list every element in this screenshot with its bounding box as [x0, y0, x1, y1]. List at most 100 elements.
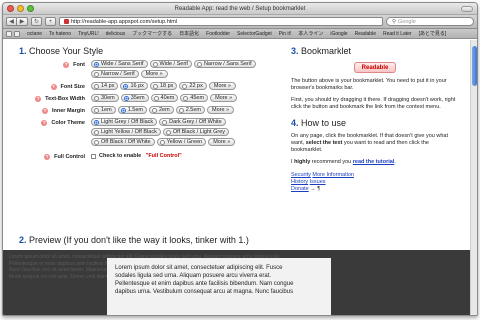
- bookmark-item[interactable]: delicious: [106, 31, 125, 37]
- bookmark-item[interactable]: Pin it!: [279, 31, 292, 37]
- style-option-radio[interactable]: Off Black / Off White: [91, 138, 155, 146]
- radio-icon[interactable]: [94, 95, 99, 101]
- close-window-button[interactable]: [7, 5, 14, 12]
- style-option-radio[interactable]: Light Yellow / Off Black: [91, 128, 161, 136]
- help-icon[interactable]: ?: [41, 108, 48, 114]
- option-label: Font: [73, 62, 85, 68]
- forward-button[interactable]: ▶: [17, 17, 28, 26]
- radio-icon[interactable]: [94, 61, 99, 67]
- radio-icon[interactable]: [94, 129, 99, 135]
- style-option-radio[interactable]: 35em: [120, 94, 149, 102]
- add-bookmark-button[interactable]: +: [45, 17, 56, 26]
- style-option-radio[interactable]: 14 px: [91, 82, 119, 90]
- tutorial-link[interactable]: read the tutorial: [353, 159, 395, 165]
- radio-icon[interactable]: [123, 95, 129, 101]
- checkbox-box[interactable]: [91, 153, 96, 159]
- vertical-scrollbar[interactable]: [470, 40, 477, 315]
- more-options-button[interactable]: More »: [140, 70, 168, 78]
- bookmark-item[interactable]: iGoogle: [330, 31, 347, 37]
- radio-icon[interactable]: [94, 107, 99, 113]
- reload-icon: ↻: [33, 19, 40, 25]
- bookmark-item[interactable]: Read it Later: [383, 31, 412, 37]
- bookmark-item[interactable]: ブックマークする: [132, 30, 172, 37]
- style-option-radio[interactable]: Off Black / Light Grey: [162, 128, 230, 136]
- bookmark-item[interactable]: octane: [27, 31, 42, 37]
- toolbar-toggle-button[interactable]: [461, 6, 473, 12]
- radio-icon[interactable]: [153, 95, 159, 101]
- radio-icon[interactable]: [152, 61, 158, 67]
- bookmark-item[interactable]: SelectorGadget: [237, 31, 272, 37]
- more-options-button[interactable]: More »: [210, 94, 238, 102]
- radio-icon[interactable]: [120, 107, 126, 113]
- style-option-radio[interactable]: 2.5em: [175, 106, 205, 114]
- style-option-radio[interactable]: Wide / Sans Serif: [91, 60, 148, 68]
- style-option-radio[interactable]: Light Grey / Off Black: [91, 118, 158, 126]
- radio-icon[interactable]: [182, 83, 188, 89]
- section-heading: 4. How to use: [291, 118, 347, 128]
- radio-icon[interactable]: [165, 129, 171, 135]
- more-information-link[interactable]: More Information: [312, 172, 354, 178]
- back-arrow-icon: ◀: [9, 19, 14, 25]
- style-option-radio[interactable]: 2em: [149, 106, 174, 114]
- radio-icon[interactable]: [94, 83, 99, 89]
- address-bar[interactable]: http://readable-app.appspot.com/setup.ht…: [59, 17, 383, 26]
- radio-icon[interactable]: [178, 107, 184, 113]
- radio-icon[interactable]: [94, 139, 99, 145]
- scrollbar-thumb[interactable]: [472, 46, 477, 86]
- more-options-button[interactable]: More »: [208, 82, 236, 90]
- radio-icon[interactable]: [94, 119, 99, 125]
- style-option-radio[interactable]: Wide / Serif: [149, 60, 192, 68]
- style-option-radio[interactable]: 45em: [180, 94, 209, 102]
- style-option-radio[interactable]: 1em: [91, 106, 116, 114]
- style-option-radio[interactable]: 18 px: [149, 82, 178, 90]
- donate-link[interactable]: Donate: [291, 186, 309, 192]
- style-option-row: ? Inner Margin 1em 1.5em 2em 2.5em More »: [19, 106, 277, 114]
- style-option-radio[interactable]: Narrow / Serif: [91, 70, 139, 78]
- radio-icon[interactable]: [162, 119, 168, 125]
- bookmark-item[interactable]: To hateno: [49, 31, 71, 37]
- radio-icon[interactable]: [183, 95, 189, 101]
- radio-icon[interactable]: [152, 107, 157, 113]
- help-icon[interactable]: ?: [63, 62, 70, 68]
- readable-bookmarklet-button[interactable]: Readable: [354, 62, 396, 73]
- bookmark-item[interactable]: 日本語化: [179, 30, 199, 37]
- help-icon[interactable]: ?: [50, 84, 57, 90]
- help-icon[interactable]: ?: [35, 96, 42, 102]
- bookmark-item[interactable]: Readable: [355, 31, 376, 37]
- minimize-window-button[interactable]: [17, 5, 24, 12]
- style-option-radio[interactable]: Narrow / Sans Serif: [193, 60, 256, 68]
- search-field[interactable]: ⚲ Google: [386, 17, 474, 26]
- style-option-radio[interactable]: 30em: [91, 94, 119, 102]
- style-option-radio[interactable]: 22 px: [179, 82, 207, 90]
- style-option-radio[interactable]: 1.5em: [117, 106, 147, 114]
- history-link[interactable]: History: [291, 179, 308, 185]
- style-option-radio[interactable]: 40em: [150, 94, 179, 102]
- style-option-radio[interactable]: Yellow / Green: [156, 138, 207, 146]
- bookmark-item[interactable]: 本人ライン: [298, 30, 323, 37]
- reading-list-icon[interactable]: [14, 30, 20, 37]
- section-heading: 3. Bookmarklet: [291, 46, 352, 56]
- back-button[interactable]: ◀: [6, 17, 17, 26]
- preview-text-box: Lorem ipsum dolor sit amet, consectetuer…: [107, 258, 331, 315]
- reload-button[interactable]: ↻: [31, 17, 42, 26]
- radio-icon[interactable]: [159, 139, 165, 145]
- style-option-row: ? Font Wide / Sans Serif Wide / Serif Narrow…: [19, 60, 277, 78]
- radio-icon[interactable]: [152, 83, 158, 89]
- zoom-window-button[interactable]: [27, 5, 34, 12]
- radio-icon[interactable]: [196, 61, 202, 67]
- style-option-radio[interactable]: 16 px: [120, 82, 148, 90]
- bookmark-item[interactable]: [あとで見る]: [419, 30, 447, 37]
- security-link[interactable]: Security: [291, 172, 311, 178]
- help-icon[interactable]: ?: [41, 120, 48, 126]
- help-icon[interactable]: ?: [44, 154, 51, 160]
- bookmark-item[interactable]: Footlodder: [206, 31, 230, 37]
- radio-icon[interactable]: [94, 71, 99, 77]
- show-all-bookmarks-icon[interactable]: [6, 30, 12, 37]
- more-options-button[interactable]: More »: [208, 138, 236, 146]
- more-options-button[interactable]: More »: [207, 106, 235, 114]
- radio-icon[interactable]: [123, 83, 129, 89]
- issues-link[interactable]: Issues: [310, 179, 326, 185]
- style-option-radio[interactable]: Dark Grey / Off White: [159, 118, 226, 126]
- bookmark-item[interactable]: TinyURL!: [78, 31, 99, 37]
- full-control-checkbox[interactable]: Check to enable "Full Control": [91, 152, 182, 160]
